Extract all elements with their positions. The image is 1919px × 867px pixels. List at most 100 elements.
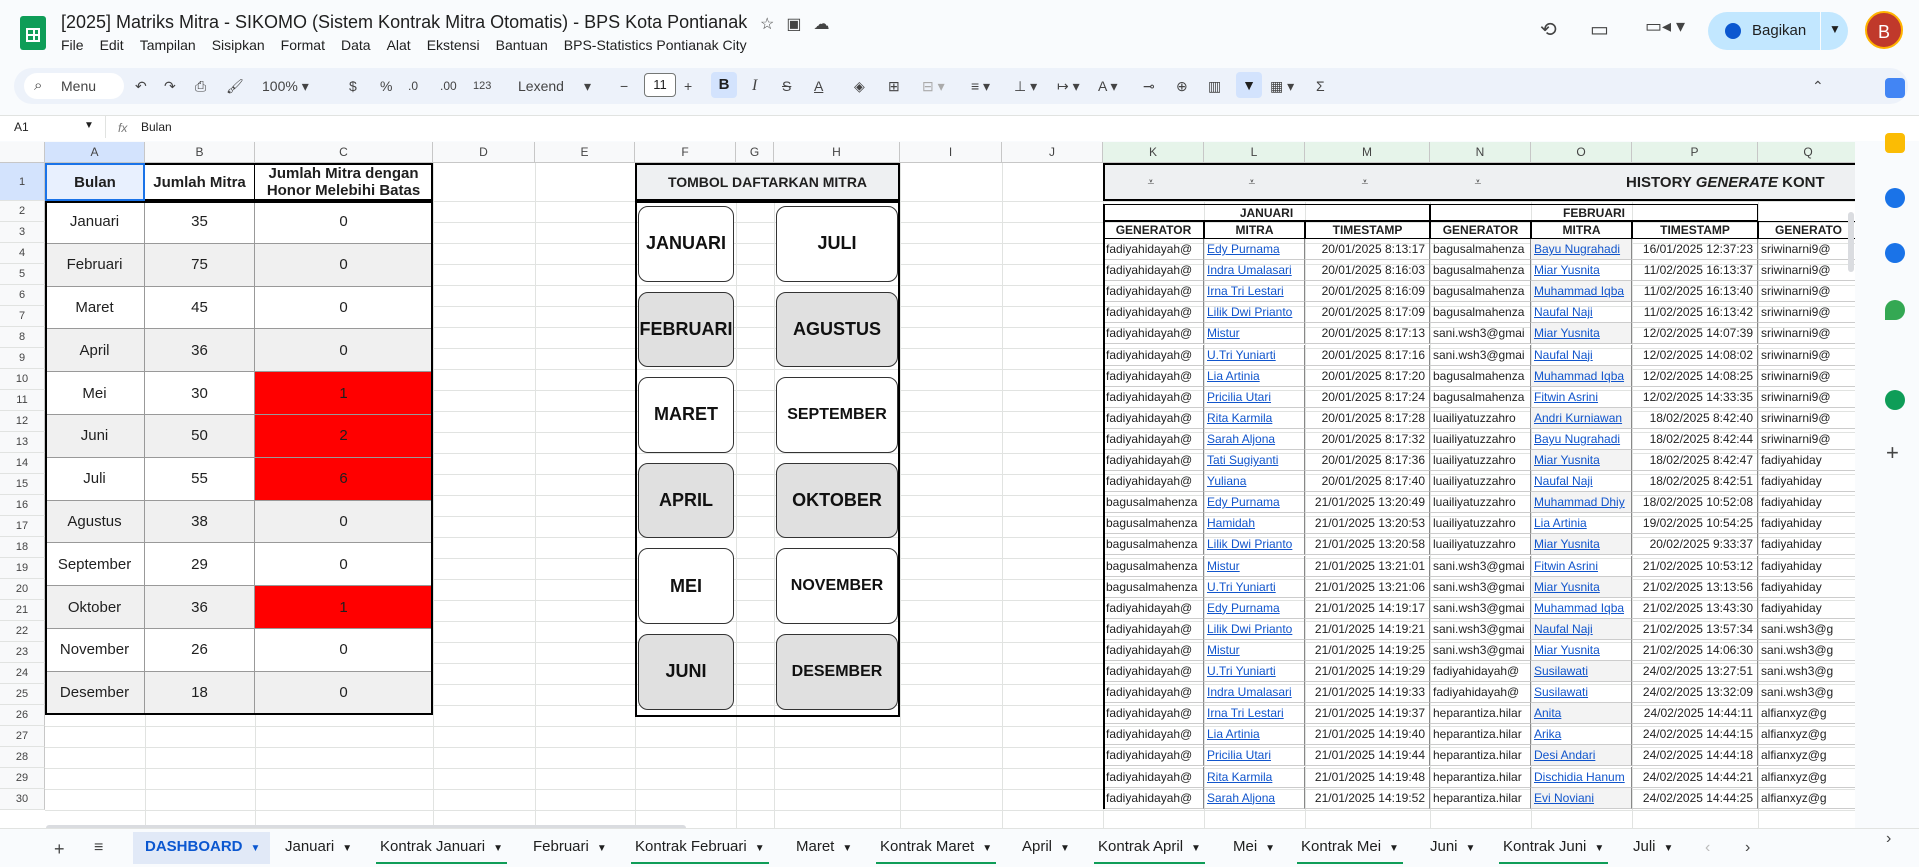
vertical-scrollbar[interactable] [1848, 212, 1854, 272]
merge-cells-icon[interactable]: ⊟ ▾ [922, 75, 945, 97]
formula-input[interactable]: Bulan [141, 120, 172, 134]
history-cell[interactable]: Fitwin Asrini [1531, 555, 1632, 577]
insert-comment-icon[interactable]: ⊕ [1176, 75, 1188, 97]
increase-font-icon[interactable]: + [684, 75, 692, 97]
column-header-C[interactable]: C [255, 142, 433, 163]
summary-cell[interactable]: 38 [145, 500, 255, 544]
decrease-decimal-button[interactable]: .0 [408, 75, 418, 97]
row-header-3[interactable]: 3 [0, 222, 45, 243]
history-cell[interactable]: Lilik Dwi Prianto [1204, 618, 1305, 640]
decrease-font-icon[interactable]: − [620, 75, 628, 97]
history-cell[interactable]: Miar Yusnita [1531, 323, 1632, 345]
menu-item-3[interactable]: Sisipkan [212, 37, 273, 53]
history-cell[interactable]: Desi Andari [1531, 745, 1632, 767]
bold-button[interactable]: B [711, 72, 737, 98]
history-cell[interactable]: Miar Yusnita [1531, 450, 1632, 472]
filter-icon[interactable]: ⩡ [1148, 175, 1155, 190]
filter-icon[interactable]: ⩡ [1362, 175, 1369, 190]
history-cell[interactable]: Naufal Naji [1531, 302, 1632, 324]
tab-dropdown-icon[interactable]: ▼ [597, 843, 607, 854]
filter-views-icon[interactable]: ▦ ▾ [1270, 75, 1294, 97]
register-button-juli[interactable]: JULI [776, 206, 898, 282]
tab-dropdown-icon[interactable]: ▼ [1664, 843, 1674, 854]
register-button-oktober[interactable]: OKTOBER [776, 462, 898, 539]
summary-cell[interactable]: 2 [255, 415, 433, 458]
register-button-november[interactable]: NOVEMBER [776, 548, 898, 624]
summary-cell[interactable]: 0 [255, 671, 433, 715]
summary-cell[interactable]: 26 [145, 629, 255, 672]
hide-side-panel-icon[interactable]: › [1886, 830, 1891, 848]
history-cell[interactable]: Irna Tri Lestari [1204, 703, 1305, 725]
history-cell[interactable]: Lilik Dwi Prianto [1204, 302, 1305, 324]
tab-maret[interactable]: Maret ▼ [792, 838, 856, 860]
history-cell[interactable]: Mistur [1204, 323, 1305, 345]
history-cell[interactable]: Bayu Nugrahadi [1531, 428, 1632, 450]
history-cell[interactable]: Fitwin Asrini [1531, 386, 1632, 408]
font-size-input[interactable]: 11 [644, 73, 676, 97]
summary-cell[interactable]: Mei [45, 372, 145, 415]
cloud-status-icon[interactable]: ☁ [813, 14, 829, 34]
add-sheet-icon[interactable]: + [54, 839, 65, 860]
summary-cell[interactable]: 0 [255, 329, 433, 373]
row-header-2[interactable]: 2 [0, 201, 45, 222]
column-header-I[interactable]: I [900, 142, 1002, 163]
menu-item-9[interactable]: BPS-Statistics Pontianak City [564, 37, 755, 53]
summary-cell[interactable]: Desember [45, 671, 145, 715]
summary-cell[interactable]: November [45, 629, 145, 672]
tab-dropdown-icon[interactable]: ▼ [251, 843, 261, 854]
history-cell[interactable]: Arika [1531, 724, 1632, 746]
version-history-icon[interactable]: ⟲ [1540, 17, 1557, 42]
row-header-4[interactable]: 4 [0, 243, 45, 264]
tab-mei[interactable]: Mei ▼ [1229, 838, 1279, 860]
history-cell[interactable]: Miar Yusnita [1531, 260, 1632, 282]
column-header-D[interactable]: D [433, 142, 535, 163]
keep-icon[interactable] [1885, 133, 1905, 153]
increase-decimal-button[interactable]: .00 [440, 75, 457, 97]
tab-juli[interactable]: Juli ▼ [1629, 838, 1677, 860]
register-button-mei[interactable]: MEI [638, 548, 734, 624]
row-header-7[interactable]: 7 [0, 306, 45, 327]
history-cell[interactable]: Edy Purnama [1204, 597, 1305, 619]
tab-kontrak-februari[interactable]: Kontrak Februari ▼ [631, 838, 769, 864]
row-header-27[interactable]: 27 [0, 726, 45, 747]
history-cell[interactable]: Indra Umalasari [1204, 682, 1305, 704]
tab-dropdown-icon[interactable]: ▼ [982, 843, 992, 854]
tab-dropdown-icon[interactable]: ▼ [1594, 843, 1604, 854]
history-cell[interactable]: Mistur [1204, 555, 1305, 577]
summary-cell[interactable]: 18 [145, 671, 255, 715]
register-button-januari[interactable]: JANUARI [638, 206, 734, 282]
summary-cell[interactable]: September [45, 543, 145, 587]
column-header-G[interactable]: G [736, 142, 774, 163]
history-cell[interactable]: Naufal Naji [1531, 344, 1632, 366]
text-rotation-icon[interactable]: A ▾ [1098, 75, 1117, 97]
comments-icon[interactable]: ▭ [1590, 17, 1609, 42]
summary-cell[interactable]: 55 [145, 457, 255, 501]
font-select[interactable]: Lexend ▾ [518, 75, 598, 97]
row-header-16[interactable]: 16 [0, 495, 45, 516]
menu-item-2[interactable]: Tampilan [140, 37, 204, 53]
history-cell[interactable]: Lia Artinia [1204, 724, 1305, 746]
addon-icon[interactable] [1885, 390, 1905, 410]
row-header-26[interactable]: 26 [0, 705, 45, 726]
more-formats-button[interactable]: 123 [473, 75, 491, 97]
column-header-K[interactable]: K [1103, 142, 1204, 163]
row-header-23[interactable]: 23 [0, 642, 45, 663]
summary-cell[interactable]: 50 [145, 415, 255, 458]
summary-cell[interactable]: Agustus [45, 500, 145, 544]
history-cell[interactable]: Irna Tri Lestari [1204, 281, 1305, 303]
borders-icon[interactable]: ⊞ [888, 75, 900, 97]
share-dropdown-icon[interactable]: ▼ [1829, 22, 1841, 36]
history-cell[interactable]: Susilawati [1531, 682, 1632, 704]
document-title[interactable]: [2025] Matriks Mitra - SIKOMO (Sistem Ko… [61, 12, 747, 33]
register-button-februari[interactable]: FEBRUARI [638, 291, 734, 368]
menu-item-0[interactable]: File [61, 37, 92, 53]
name-box[interactable]: A1 [14, 120, 29, 134]
summary-cell[interactable]: 30 [145, 372, 255, 415]
row-header-9[interactable]: 9 [0, 348, 45, 369]
summary-cell[interactable]: 0 [255, 243, 433, 287]
column-header-H[interactable]: H [774, 142, 900, 163]
tab-februari[interactable]: Februari ▼ [529, 838, 611, 860]
summary-cell[interactable]: April [45, 329, 145, 373]
paint-format-icon[interactable]: 🖌 [226, 75, 244, 97]
row-header-15[interactable]: 15 [0, 474, 45, 495]
